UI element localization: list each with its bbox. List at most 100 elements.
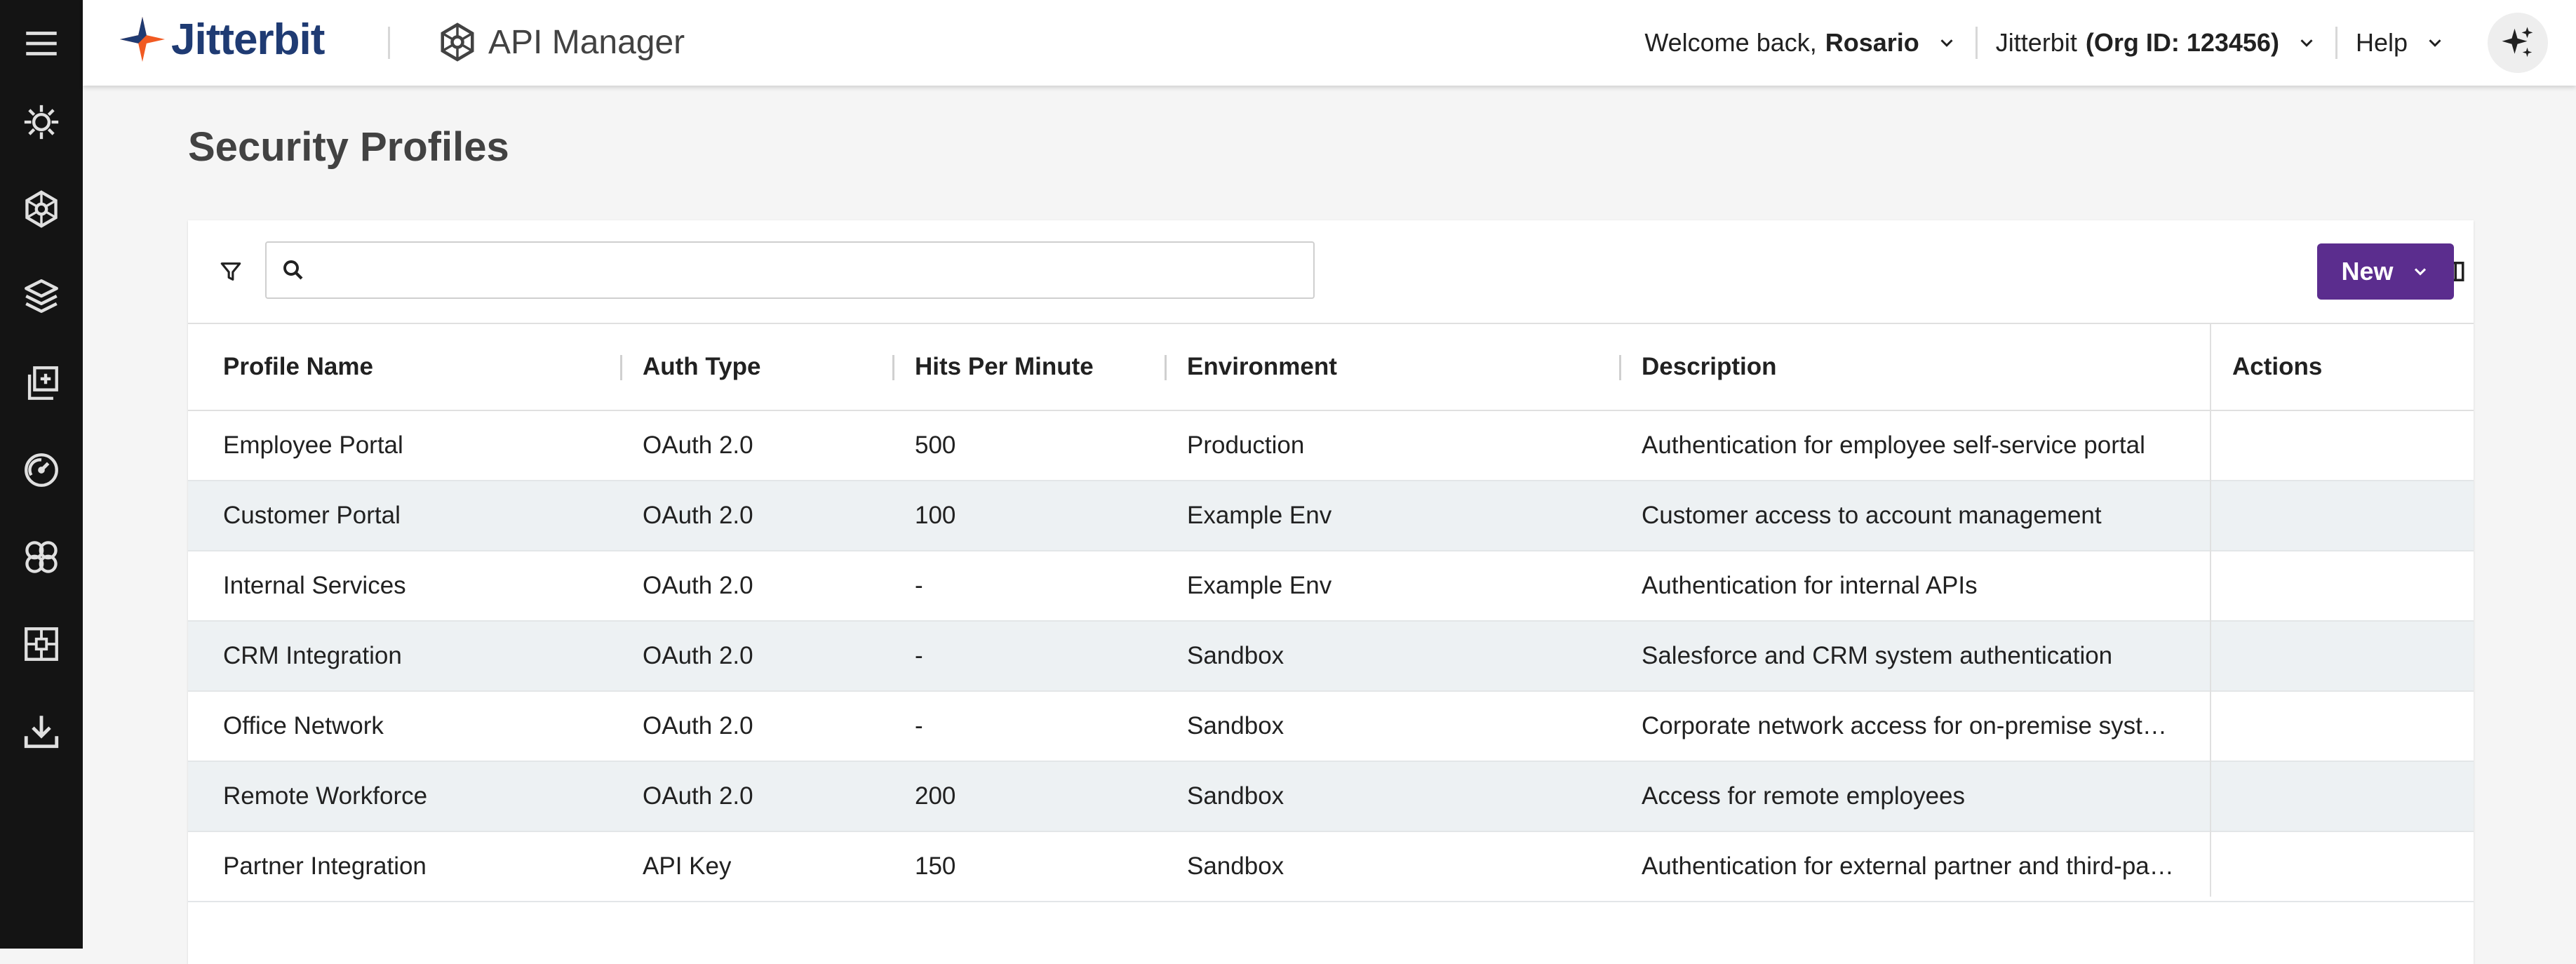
top-bar: Jitterbit API Manager Welcome back, Rosa… (83, 0, 2576, 86)
integration-studio-icon (24, 105, 59, 140)
page-title: Security Profiles (188, 124, 509, 170)
table-row[interactable]: Employee Portal OAuth 2.0 500 Production… (188, 411, 2474, 481)
column-header-description[interactable]: Description (1642, 324, 1777, 410)
cell-auth-type: OAuth 2.0 (643, 712, 753, 739)
cell-hits-per-minute: 150 (915, 852, 956, 880)
downloads-icon (24, 716, 59, 749)
cell-profile-name: Customer Portal (223, 502, 401, 529)
header-divider (388, 27, 390, 59)
search-field[interactable] (265, 241, 1315, 299)
management-console-icon (25, 453, 58, 487)
column-resize-handle[interactable] (892, 355, 894, 380)
column-header-environment[interactable]: Environment (1187, 324, 1337, 410)
column-resize-handle[interactable] (1619, 355, 1621, 380)
rail-item-integration-hub[interactable] (0, 609, 83, 679)
cell-profile-name: Employee Portal (223, 431, 403, 459)
table-row[interactable]: Remote Workforce OAuth 2.0 200 Sandbox A… (188, 762, 2474, 832)
filter-icon (220, 262, 241, 281)
security-profiles-card: New Profile Name Auth Type Hits Per Minu… (188, 220, 2474, 964)
security-profiles-table: Profile Name Auth Type Hits Per Minute E… (188, 324, 2474, 902)
cell-description: Salesforce and CRM system authentication (1642, 642, 2113, 669)
table-row[interactable]: Office Network OAuth 2.0 - Sandbox Corpo… (188, 692, 2474, 762)
chevron-down-icon (2414, 268, 2426, 276)
rail-item-management-console[interactable] (0, 435, 83, 505)
search-icon (283, 260, 303, 280)
cell-environment: Sandbox (1187, 642, 1284, 669)
cell-profile-name: CRM Integration (223, 642, 402, 669)
cell-description: Authentication for employee self-service… (1642, 431, 2145, 459)
brand-name: Jitterbit (171, 15, 325, 64)
column-header-hits-per-minute[interactable]: Hits Per Minute (915, 324, 1094, 410)
user-menu[interactable]: Welcome back, Rosario (1644, 28, 1957, 58)
chevron-down-icon (2300, 39, 2313, 47)
cell-profile-name: Remote Workforce (223, 782, 428, 810)
brand-logo[interactable]: Jitterbit (118, 11, 325, 67)
rail-item-api-manager[interactable] (0, 174, 83, 244)
header-separator (1975, 27, 1978, 59)
filter-button[interactable] (215, 255, 247, 288)
rail-item-downloads[interactable] (0, 696, 83, 766)
api-manager-icon (25, 190, 58, 228)
cell-profile-name: Office Network (223, 712, 384, 739)
actions-column-divider (2210, 324, 2211, 897)
cell-hits-per-minute: - (915, 572, 923, 599)
left-nav-rail (0, 0, 83, 949)
ai-assistant-button[interactable] (2488, 13, 2548, 73)
cell-environment: Example Env (1187, 502, 1332, 529)
menu-button[interactable] (0, 8, 83, 79)
cell-description: Authentication for internal APIs (1642, 572, 1978, 599)
org-id: (Org ID: 123456) (2085, 28, 2279, 57)
cell-auth-type: OAuth 2.0 (643, 782, 753, 810)
cell-description: Corporate network access for on-premise … (1642, 712, 2175, 739)
cell-description: Authentication for external partner and … (1642, 852, 2175, 880)
cell-environment: Example Env (1187, 572, 1332, 599)
marketplace-icon (25, 279, 58, 313)
new-button-label: New (2341, 257, 2394, 286)
cell-auth-type: OAuth 2.0 (643, 642, 753, 669)
cell-hits-per-minute: - (915, 712, 923, 739)
cell-hits-per-minute: 100 (915, 502, 956, 529)
column-header-auth-type[interactable]: Auth Type (643, 324, 761, 410)
sparkle-icon (2502, 27, 2533, 58)
cell-environment: Sandbox (1187, 782, 1284, 810)
table-row[interactable]: Internal Services OAuth 2.0 - Example En… (188, 551, 2474, 622)
cell-environment: Sandbox (1187, 852, 1284, 880)
rail-item-marketplace[interactable] (0, 261, 83, 331)
search-input[interactable] (316, 255, 1287, 285)
header-right: Welcome back, Rosario Jitterbit (Org ID:… (1644, 0, 2576, 86)
jitterbit-logo-icon (119, 16, 166, 62)
cell-auth-type: API Key (643, 852, 732, 880)
table-toolbar: New (188, 220, 2474, 324)
chevron-down-icon (2429, 39, 2441, 47)
header-separator (2335, 27, 2337, 59)
rail-item-wevo[interactable] (0, 522, 83, 592)
new-button[interactable]: New (2317, 243, 2454, 300)
cell-hits-per-minute: 500 (915, 431, 956, 459)
column-header-profile-name[interactable]: Profile Name (223, 324, 373, 410)
cell-profile-name: Internal Services (223, 572, 406, 599)
org-menu[interactable]: Jitterbit (Org ID: 123456) (1996, 28, 2317, 58)
rail-item-app-builder[interactable] (0, 348, 83, 418)
app-builder-icon (27, 366, 58, 400)
column-resize-handle[interactable] (1165, 355, 1167, 380)
cell-auth-type: OAuth 2.0 (643, 431, 753, 459)
table-header: Profile Name Auth Type Hits Per Minute E… (188, 324, 2474, 411)
help-label: Help (2355, 28, 2408, 57)
api-manager-product-icon (441, 22, 474, 62)
welcome-text: Welcome back, (1644, 28, 1817, 57)
cell-profile-name: Partner Integration (223, 852, 427, 880)
cell-description: Customer access to account management (1642, 502, 2102, 529)
wevo-icon (25, 541, 58, 573)
column-resize-handle[interactable] (620, 355, 622, 380)
org-name: Jitterbit (1995, 28, 2077, 57)
table-row[interactable]: Partner Integration API Key 150 Sandbox … (188, 832, 2474, 902)
user-name: Rosario (1825, 28, 1919, 57)
table-row[interactable]: Customer Portal OAuth 2.0 100 Example En… (188, 481, 2474, 551)
rail-item-integration-studio[interactable] (0, 87, 83, 157)
cell-environment: Production (1187, 431, 1305, 459)
help-menu[interactable]: Help (2356, 28, 2446, 58)
product-switcher[interactable]: API Manager (436, 17, 685, 67)
table-row[interactable]: CRM Integration OAuth 2.0 - Sandbox Sale… (188, 622, 2474, 692)
cell-environment: Sandbox (1187, 712, 1284, 739)
cell-auth-type: OAuth 2.0 (643, 572, 753, 599)
